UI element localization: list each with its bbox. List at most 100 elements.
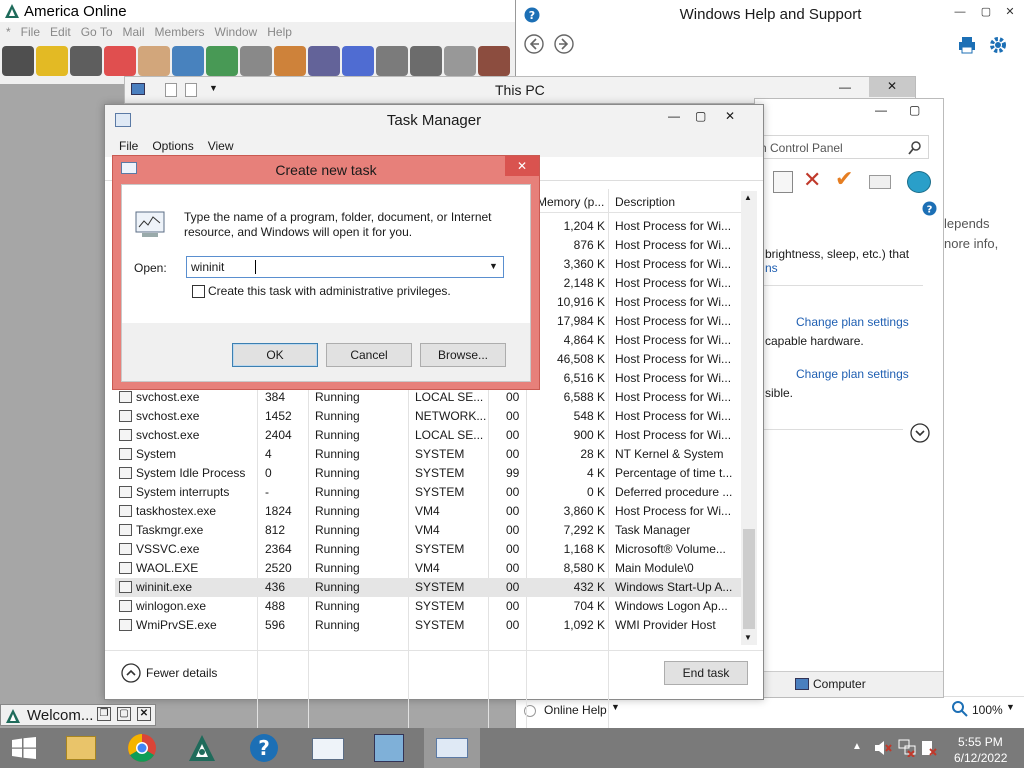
globe-icon[interactable]	[274, 46, 306, 76]
network-icon[interactable]	[898, 739, 916, 757]
cpanel-link-fragment[interactable]: ns	[765, 261, 778, 275]
taskbar-chrome[interactable]	[114, 728, 170, 768]
forward-arrow-icon[interactable]	[554, 34, 574, 54]
taskbar-performance[interactable]	[300, 728, 356, 768]
ok-button[interactable]: OK	[232, 343, 318, 367]
help-maximize-button[interactable]: ▢	[974, 5, 998, 21]
scroll-down-icon[interactable]: ▼	[744, 633, 752, 642]
open-dropdown-icon[interactable]: ▼	[489, 261, 498, 271]
change-plan-settings-link-1[interactable]: Change plan settings	[796, 315, 909, 329]
back-arrow-icon[interactable]	[524, 34, 544, 54]
browse-button[interactable]: Browse...	[420, 343, 506, 367]
cabinet-icon[interactable]	[478, 46, 510, 76]
clock-time[interactable]: 5:55 PM	[958, 735, 1003, 749]
table-row[interactable]: svchost.exe 2404 Running LOCAL SE... 00 900 K…	[115, 426, 755, 445]
table-row[interactable]: WAOL.EXE 2520 Running VM4 00 8,580 K Main Modu…	[115, 559, 755, 578]
cpanel-help-icon[interactable]: ?	[922, 201, 937, 216]
online-help-dropdown-icon[interactable]: ▼	[611, 702, 620, 712]
file-icon[interactable]	[444, 46, 476, 76]
help-minimize-button[interactable]: —	[948, 5, 972, 21]
taskbar-help[interactable]: ?	[236, 728, 292, 768]
open-input[interactable]: wininit	[191, 260, 224, 274]
tray-expand-icon[interactable]: ▲	[852, 741, 862, 752]
shopping-cart-icon[interactable]	[308, 46, 340, 76]
cpanel-search-box[interactable]: h Control Panel	[755, 135, 929, 159]
people-icon[interactable]	[138, 46, 170, 76]
admin-checkbox-label[interactable]: Create this task with administrative pri…	[208, 284, 451, 298]
aol-menu-item[interactable]: Window	[215, 25, 258, 39]
aol-menu-item[interactable]: File	[21, 25, 40, 39]
remote-icon[interactable]	[70, 46, 102, 76]
table-row[interactable]: svchost.exe 1452 Running NETWORK... 00 548 K H…	[115, 407, 755, 426]
table-row[interactable]: winlogon.exe 488 Running SYSTEM 00 704 K Windo…	[115, 597, 755, 616]
windows-start-icon[interactable]	[12, 737, 36, 759]
task-manager-title-bar[interactable]: Task Manager — ▢ ✕	[105, 105, 763, 135]
table-row[interactable]: taskhostex.exe 1824 Running VM4 00 3,860 K Hos…	[115, 502, 755, 521]
restore-button[interactable]: ❐	[97, 707, 111, 721]
tm-minimize-button[interactable]: —	[668, 109, 680, 123]
delete-x-icon[interactable]: ✕	[803, 169, 821, 191]
speech-bubble-icon[interactable]	[2, 46, 34, 76]
tm-menu-file[interactable]: File	[119, 139, 138, 153]
aol-menu-item[interactable]: Members	[155, 25, 205, 39]
table-row[interactable]: wininit.exe 436 Running SYSTEM 00 432 K Window…	[115, 578, 755, 597]
table-row[interactable]: svchost.exe 384 Running LOCAL SE... 00 6,588 …	[115, 388, 755, 407]
help-close-button[interactable]: ✕	[998, 5, 1022, 21]
thispc-minimize-button[interactable]: —	[825, 78, 865, 96]
table-row[interactable]: System Idle Process 0 Running SYSTEM 99 4 K Pe…	[115, 464, 755, 483]
aol-title-bar[interactable]: America Online	[0, 0, 516, 22]
tm-close-button[interactable]: ✕	[725, 109, 735, 123]
column-description[interactable]: Description	[615, 195, 675, 209]
aol-menu-item[interactable]: Help	[267, 25, 292, 39]
tm-menu-view[interactable]: View	[208, 139, 234, 153]
stock-chart-icon[interactable]	[206, 46, 238, 76]
process-scrollbar[interactable]: ▲ ▼	[741, 191, 757, 645]
printer-icon[interactable]	[410, 46, 442, 76]
pencil-icon[interactable]	[36, 46, 68, 76]
taskbar-file-explorer[interactable]	[54, 728, 110, 768]
taskbar-task-manager[interactable]	[424, 728, 480, 768]
taskbar-control-panel[interactable]	[362, 728, 418, 768]
zoom-dropdown-icon[interactable]: ▼	[1006, 702, 1015, 712]
hot-icon[interactable]	[104, 46, 136, 76]
open-combobox[interactable]: wininit ▼	[186, 256, 504, 278]
aol-menu-item[interactable]: Mail	[123, 25, 145, 39]
properties-icon[interactable]	[165, 83, 177, 97]
scrollbar-thumb[interactable]	[743, 529, 755, 629]
aol-menu-item[interactable]: Go To	[81, 25, 113, 39]
clipboard-icon[interactable]	[773, 171, 793, 193]
globe-shell-icon[interactable]	[907, 171, 931, 193]
clock-icon[interactable]	[376, 46, 408, 76]
minimized-welcome-window[interactable]: Welcom... ❐ ▢ ✕	[0, 704, 156, 726]
collapse-chevron-icon[interactable]	[121, 663, 141, 683]
table-row[interactable]: System 4 Running SYSTEM 00 28 K NT Kernel & Sy…	[115, 445, 755, 464]
tm-maximize-button[interactable]: ▢	[695, 109, 706, 123]
change-plan-settings-link-2[interactable]: Change plan settings	[796, 367, 909, 381]
zoom-level[interactable]: 100%	[972, 703, 1003, 717]
tm-menu-options[interactable]: Options	[152, 139, 193, 153]
zoom-icon[interactable]	[952, 701, 968, 717]
action-center-icon[interactable]	[920, 739, 938, 757]
clock-date[interactable]: 6/12/2022	[954, 751, 1007, 765]
globe-mail-icon[interactable]	[172, 46, 204, 76]
maximize-button[interactable]: ▢	[117, 707, 131, 721]
admin-checkbox[interactable]	[192, 285, 205, 298]
star-icon[interactable]	[342, 46, 374, 76]
cpanel-maximize-button[interactable]: ▢	[909, 103, 920, 117]
table-row[interactable]: WmiPrvSE.exe 596 Running SYSTEM 00 1,092 K WMI…	[115, 616, 755, 635]
end-task-button[interactable]: End task	[664, 661, 748, 685]
table-row[interactable]: Taskmgr.exe 812 Running VM4 00 7,292 K Task Ma…	[115, 521, 755, 540]
aol-menu-item[interactable]: *	[6, 25, 11, 39]
close-button[interactable]: ✕	[137, 707, 151, 721]
settings-gear-icon[interactable]	[988, 35, 1008, 55]
table-row[interactable]: VSSVC.exe 2364 Running SYSTEM 00 1,168 K Micro…	[115, 540, 755, 559]
card-icon[interactable]	[869, 175, 891, 189]
aol-menu-item[interactable]: Edit	[50, 25, 71, 39]
online-help-label[interactable]: Online Help	[544, 703, 607, 717]
search-icon[interactable]	[908, 141, 922, 155]
taskbar-aol[interactable]	[174, 728, 230, 768]
fewer-details-link[interactable]: Fewer details	[146, 666, 217, 680]
cancel-button[interactable]: Cancel	[326, 343, 412, 367]
news-icon[interactable]	[240, 46, 272, 76]
quick-access-dropdown-icon[interactable]: ▼	[209, 83, 218, 93]
